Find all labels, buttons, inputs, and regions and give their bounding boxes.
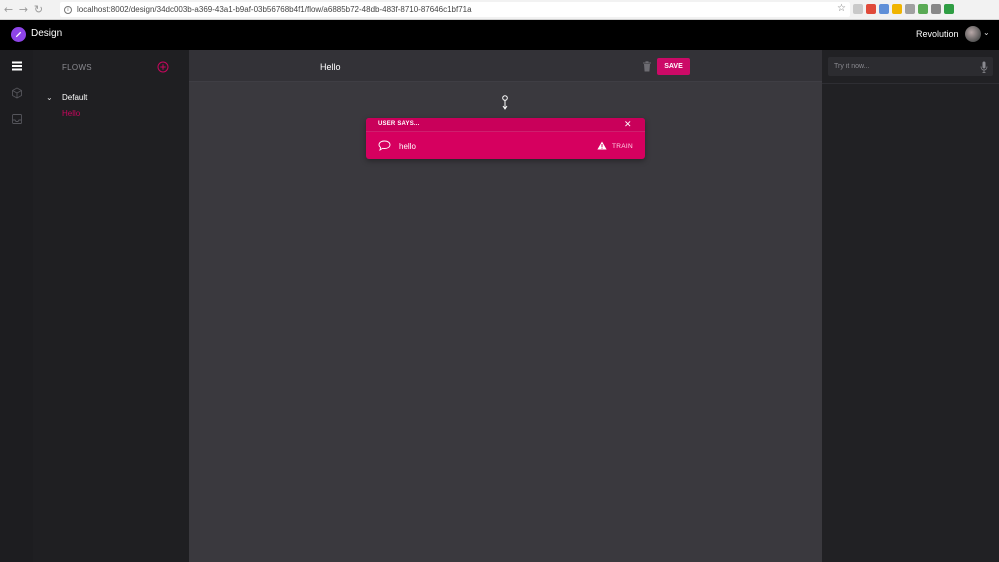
- inbox-icon[interactable]: [11, 113, 23, 125]
- divider: [822, 83, 999, 84]
- card-header: USER SAYS... ✕: [366, 118, 645, 132]
- workspace-name[interactable]: Revolution: [916, 29, 959, 39]
- train-button[interactable]: TRAIN: [612, 143, 633, 150]
- extension-icon[interactable]: [918, 4, 928, 14]
- extension-icon[interactable]: [879, 4, 889, 14]
- app-header: Design Revolution ⌄: [0, 20, 999, 50]
- flow-canvas[interactable]: Hello SAVE USER SAYS... ✕ hello TRAIN: [189, 50, 822, 562]
- canvas-header: Hello SAVE: [189, 50, 822, 82]
- card-title: USER SAYS...: [378, 121, 420, 127]
- extension-icon[interactable]: [905, 4, 915, 14]
- flows-panel: FLOWS ⌄ Default Hello: [33, 50, 189, 562]
- microphone-icon[interactable]: [980, 61, 988, 73]
- extension-icon[interactable]: [866, 4, 876, 14]
- warning-icon: [597, 141, 607, 150]
- cube-icon[interactable]: [11, 87, 23, 99]
- extension-icon[interactable]: [931, 4, 941, 14]
- pencil-icon: [15, 31, 22, 38]
- icon-rail: [0, 50, 33, 562]
- app-title: Design: [31, 28, 63, 39]
- url-text: localhost:8002/design/34dc003b-a369-43a1…: [77, 5, 472, 14]
- extension-icon[interactable]: [853, 4, 863, 14]
- speech-bubble-icon: [378, 140, 391, 151]
- address-bar[interactable]: i localhost:8002/design/34dc003b-a369-43…: [60, 2, 850, 17]
- extension-icon[interactable]: [944, 4, 954, 14]
- extension-icon[interactable]: [892, 4, 902, 14]
- bookmark-star-icon[interactable]: ☆: [837, 3, 846, 14]
- utterance-text[interactable]: hello: [399, 142, 416, 151]
- save-button[interactable]: SAVE: [657, 58, 690, 75]
- forward-arrow-icon[interactable]: →: [17, 3, 30, 17]
- add-flow-icon[interactable]: [157, 61, 169, 73]
- browser-toolbar: ← → ↻ i localhost:8002/design/34dc003b-a…: [0, 0, 999, 20]
- test-panel: [822, 50, 999, 562]
- chevron-down-icon[interactable]: ⌄: [983, 28, 990, 37]
- back-arrow-icon[interactable]: ←: [2, 3, 15, 17]
- start-connector-icon[interactable]: [501, 95, 509, 111]
- avatar[interactable]: [965, 26, 981, 42]
- trash-icon[interactable]: [642, 61, 652, 72]
- try-it-input[interactable]: [828, 57, 978, 76]
- user-says-card[interactable]: USER SAYS... ✕ hello TRAIN: [366, 118, 645, 159]
- app-logo[interactable]: [11, 27, 26, 42]
- flow-group-default[interactable]: Default: [62, 93, 87, 102]
- flows-title: FLOWS: [62, 63, 92, 72]
- info-icon[interactable]: i: [64, 5, 72, 14]
- extension-icons: [853, 4, 954, 14]
- reload-icon[interactable]: ↻: [32, 3, 45, 17]
- flow-title: Hello: [320, 62, 341, 72]
- close-icon[interactable]: ✕: [624, 120, 632, 130]
- test-input-container: [828, 57, 993, 76]
- chevron-down-icon[interactable]: ⌄: [46, 93, 53, 102]
- flows-menu-icon[interactable]: [11, 60, 23, 72]
- flow-item-hello[interactable]: Hello: [62, 109, 80, 118]
